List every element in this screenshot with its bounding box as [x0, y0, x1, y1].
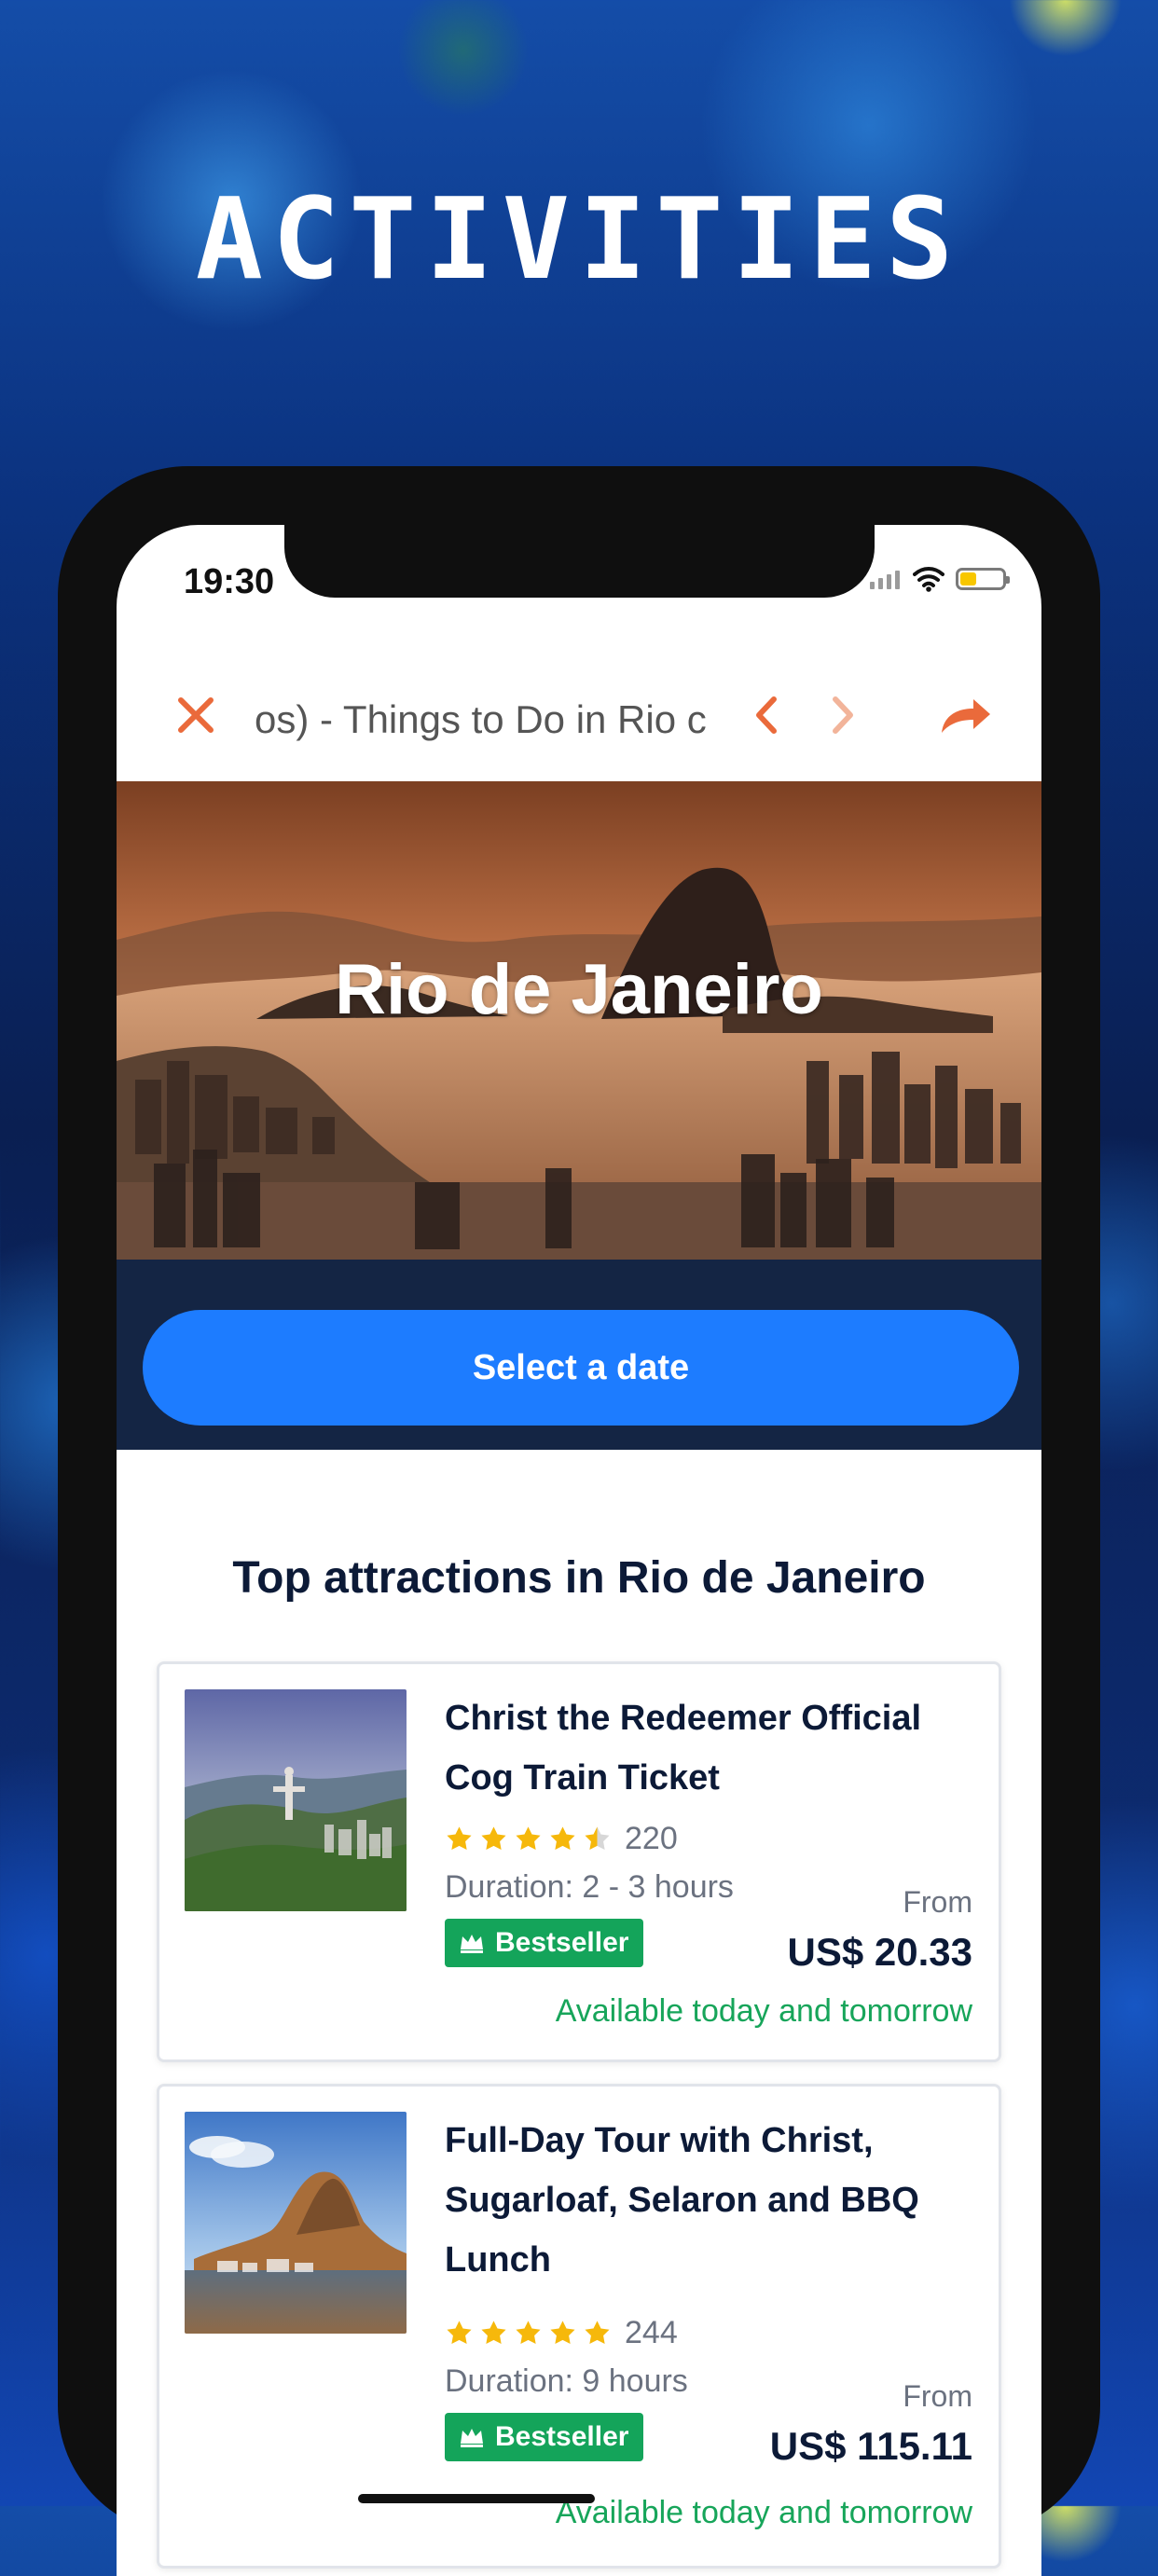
star-icon [550, 1826, 575, 1850]
status-icons [870, 566, 1010, 592]
star-icon [516, 1826, 541, 1850]
from-label: From [903, 1885, 972, 1919]
chevron-left-icon[interactable] [738, 687, 793, 743]
badge-label: Bestseller [495, 1927, 629, 1958]
close-icon[interactable] [168, 687, 224, 743]
select-date-button[interactable]: Select a date [143, 1310, 1019, 1426]
sugarloaf-photo [185, 2112, 407, 2334]
attraction-title[interactable]: Christ the Redeemer Official Cog Train T… [445, 1688, 967, 1808]
battery-level [960, 572, 976, 585]
star-icon [585, 2321, 610, 2344]
chevron-right-icon[interactable] [816, 687, 872, 743]
star-icon [550, 2321, 575, 2344]
duration-text: Duration: 9 hours [445, 2363, 688, 2399]
star-icon [516, 2321, 541, 2344]
attraction-title[interactable]: Full-Day Tour with Christ, Sugarloaf, Se… [445, 2111, 967, 2290]
rating-row: 220 [445, 1821, 678, 1857]
availability-text: Available today and tomorrow [555, 2495, 972, 2530]
from-label: From [903, 2379, 972, 2413]
crown-icon [461, 2429, 483, 2447]
battery-icon [956, 568, 1010, 590]
browser-toolbar: os) - Things to Do in Rio c [117, 665, 1041, 772]
attraction-card[interactable]: Christ the Redeemer Official Cog Train T… [157, 1661, 1001, 2062]
phone-frame: 19:30 os) - Things to Do in Rio c Rio de… [58, 466, 1100, 2576]
crown-icon [461, 1935, 483, 1953]
star-icon [481, 2321, 506, 2344]
review-count: 220 [625, 1821, 678, 1856]
star-icon [481, 1826, 506, 1850]
half-star-icon [585, 1826, 610, 1850]
browser-url-text[interactable]: os) - Things to Do in Rio c [255, 696, 710, 743]
rating-row: 244 [445, 2315, 678, 2351]
phone-notch [284, 525, 875, 598]
hero-title: Rio de Janeiro [335, 950, 823, 1029]
bestseller-badge: Bestseller [445, 1919, 644, 1967]
phone-screen: 19:30 os) - Things to Do in Rio c Rio de… [117, 525, 1041, 2576]
badge-label: Bestseller [495, 2421, 629, 2452]
availability-text: Available today and tomorrow [555, 1993, 972, 2029]
hero-banner: Rio de Janeiro [117, 781, 1041, 1260]
activities-heading: ACTIVITIES [195, 175, 963, 305]
bestseller-badge: Bestseller [445, 2413, 644, 2461]
price-text: US$ 115.11 [769, 2424, 972, 2468]
review-count: 244 [625, 2315, 678, 2350]
star-icon [447, 2321, 472, 2344]
wifi-icon [913, 567, 944, 592]
share-icon[interactable] [932, 687, 998, 743]
cellular-signal-icon [870, 571, 900, 589]
star-icon [447, 1826, 472, 1850]
top-attractions-title: Top attractions in Rio de Janeiro [232, 1553, 926, 1603]
duration-text: Duration: 2 - 3 hours [445, 1869, 734, 1905]
christ-redeemer-photo [185, 1689, 407, 1911]
price-text: US$ 20.33 [787, 1930, 972, 1974]
home-indicator [358, 2494, 595, 2503]
date-selection-band: Select a date [117, 1260, 1041, 1450]
status-time: 19:30 [184, 562, 275, 601]
